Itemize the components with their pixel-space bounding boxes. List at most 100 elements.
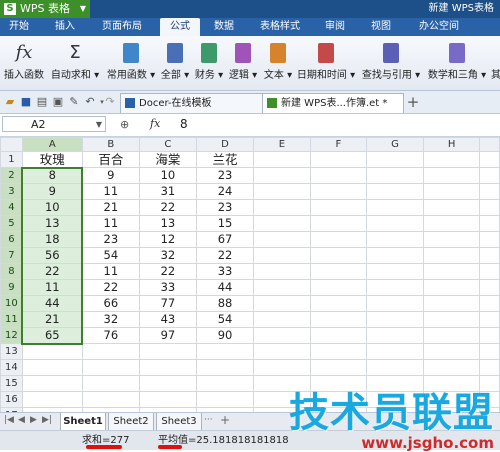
cell[interactable]: 32 bbox=[81, 311, 140, 328]
cell[interactable] bbox=[309, 327, 368, 344]
logical-functions-button[interactable]: 逻辑 ▾ bbox=[226, 40, 260, 86]
cell[interactable] bbox=[253, 215, 311, 232]
cell[interactable] bbox=[21, 375, 83, 392]
row-header[interactable]: 10 bbox=[0, 295, 23, 312]
cell[interactable]: 10 bbox=[138, 167, 197, 184]
cell[interactable] bbox=[479, 359, 500, 376]
save-icon[interactable]: ■ bbox=[19, 95, 33, 109]
cell[interactable] bbox=[21, 343, 83, 360]
more-functions-button[interactable]: 其 bbox=[490, 40, 500, 86]
zoom-icon[interactable]: ⊕ bbox=[120, 118, 129, 131]
insert-function-button[interactable]: fx 插入函数 bbox=[2, 40, 46, 86]
row-header[interactable]: 8 bbox=[0, 263, 23, 280]
tab-home[interactable]: 开始 bbox=[4, 18, 34, 36]
cell[interactable] bbox=[422, 167, 481, 184]
row-header[interactable]: 5 bbox=[0, 215, 23, 232]
row-header[interactable]: 13 bbox=[0, 343, 23, 360]
cell[interactable]: 33 bbox=[195, 263, 255, 280]
cell[interactable] bbox=[479, 167, 500, 184]
row-header[interactable]: 16 bbox=[0, 391, 23, 408]
row-header[interactable]: 3 bbox=[0, 183, 23, 200]
cell[interactable] bbox=[366, 343, 424, 360]
cell[interactable] bbox=[366, 279, 424, 296]
row-header[interactable]: 14 bbox=[0, 359, 23, 376]
cell[interactable] bbox=[479, 327, 500, 344]
cell[interactable]: 44 bbox=[21, 295, 83, 312]
cell[interactable] bbox=[422, 263, 481, 280]
cell[interactable]: 65 bbox=[21, 327, 83, 344]
cell[interactable] bbox=[422, 247, 481, 264]
prev-sheet-icon[interactable]: ◀ bbox=[18, 415, 25, 425]
cell[interactable] bbox=[366, 151, 424, 168]
cell[interactable] bbox=[253, 279, 311, 296]
cell[interactable] bbox=[253, 327, 311, 344]
cell[interactable]: 54 bbox=[195, 311, 255, 328]
more-sheets-icon[interactable]: ··· bbox=[204, 415, 213, 425]
cell[interactable] bbox=[479, 231, 500, 248]
cell[interactable] bbox=[479, 151, 500, 168]
cell[interactable] bbox=[479, 311, 500, 328]
cell[interactable] bbox=[479, 215, 500, 232]
tab-page-layout[interactable]: 页面布局 bbox=[96, 18, 148, 36]
cell[interactable]: 33 bbox=[138, 279, 197, 296]
cell[interactable]: 24 bbox=[195, 183, 255, 200]
cell[interactable] bbox=[366, 359, 424, 376]
tab-data[interactable]: 数据 bbox=[206, 18, 242, 36]
cell[interactable]: 22 bbox=[195, 247, 255, 264]
cell[interactable] bbox=[479, 199, 500, 216]
row-header[interactable]: 4 bbox=[0, 199, 23, 216]
cell[interactable]: 67 bbox=[195, 231, 255, 248]
cell[interactable] bbox=[309, 247, 368, 264]
row-header[interactable]: 7 bbox=[0, 247, 23, 264]
cell[interactable]: 9 bbox=[21, 183, 83, 200]
cell[interactable] bbox=[253, 247, 311, 264]
column-header[interactable]: E bbox=[253, 137, 311, 152]
cell[interactable]: 90 bbox=[195, 327, 255, 344]
cell[interactable] bbox=[366, 183, 424, 200]
cell[interactable] bbox=[479, 343, 500, 360]
cell[interactable] bbox=[195, 343, 255, 360]
cell[interactable] bbox=[422, 215, 481, 232]
column-header[interactable]: F bbox=[309, 137, 368, 152]
cell[interactable] bbox=[21, 359, 83, 376]
cell[interactable] bbox=[138, 375, 197, 392]
cell[interactable] bbox=[422, 327, 481, 344]
row-header[interactable]: 15 bbox=[0, 375, 23, 392]
cell[interactable] bbox=[366, 311, 424, 328]
cell[interactable] bbox=[309, 167, 368, 184]
autosum-button[interactable]: Σ 自动求和 ▾ bbox=[48, 40, 102, 86]
cell[interactable] bbox=[422, 343, 481, 360]
cell[interactable] bbox=[309, 279, 368, 296]
cell[interactable] bbox=[253, 167, 311, 184]
cell[interactable]: 13 bbox=[21, 215, 83, 232]
cell[interactable] bbox=[479, 295, 500, 312]
row-header[interactable]: 12 bbox=[0, 327, 23, 344]
tab-insert[interactable]: 插入 bbox=[48, 18, 82, 36]
select-all-corner[interactable] bbox=[0, 137, 23, 152]
cell[interactable] bbox=[253, 183, 311, 200]
math-trig-button[interactable]: 数学和三角 ▾ bbox=[426, 40, 488, 86]
cell[interactable]: 31 bbox=[138, 183, 197, 200]
date-time-functions-button[interactable]: 日期和时间 ▾ bbox=[296, 40, 356, 86]
cell[interactable]: 海棠 bbox=[138, 151, 197, 168]
cell[interactable] bbox=[422, 151, 481, 168]
tab-office-space[interactable]: 办公空间 bbox=[412, 18, 466, 36]
cell[interactable] bbox=[309, 215, 368, 232]
cell[interactable] bbox=[253, 295, 311, 312]
cell[interactable]: 23 bbox=[195, 199, 255, 216]
cell[interactable]: 11 bbox=[81, 263, 140, 280]
cell[interactable] bbox=[422, 183, 481, 200]
cell[interactable] bbox=[309, 199, 368, 216]
text-functions-button[interactable]: 文本 ▾ bbox=[260, 40, 296, 86]
lookup-reference-button[interactable]: 查找与引用 ▾ bbox=[360, 40, 422, 86]
financial-functions-button[interactable]: 财务 ▾ bbox=[192, 40, 226, 86]
print-icon[interactable]: ▤ bbox=[35, 95, 49, 109]
cell[interactable] bbox=[366, 231, 424, 248]
cell[interactable]: 8 bbox=[21, 167, 83, 184]
first-sheet-icon[interactable]: |◀ bbox=[4, 415, 14, 425]
cell[interactable]: 11 bbox=[81, 215, 140, 232]
row-header[interactable]: 6 bbox=[0, 231, 23, 248]
cell[interactable] bbox=[366, 199, 424, 216]
column-header[interactable]: D bbox=[195, 137, 255, 152]
cell[interactable]: 97 bbox=[138, 327, 197, 344]
